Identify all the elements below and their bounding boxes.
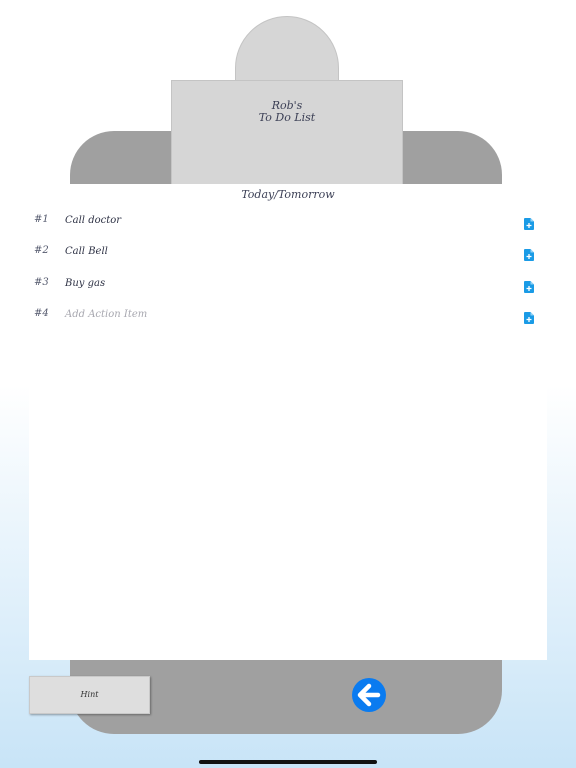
todo-paper: Today/Tomorrow #1 Call doctor #2 Call Be… [29, 184, 547, 660]
clipboard-clip [171, 80, 403, 190]
new-item-row[interactable]: #4 Add Action Item [29, 308, 547, 330]
add-document-icon[interactable] [524, 278, 534, 293]
add-document-icon[interactable] [524, 309, 534, 324]
section-heading: Today/Tomorrow [241, 188, 335, 201]
add-action-item-input[interactable]: Add Action Item [65, 309, 147, 320]
item-text[interactable]: Call doctor [65, 215, 121, 226]
item-number: #3 [34, 277, 49, 288]
add-document-icon[interactable] [524, 215, 534, 230]
back-button[interactable] [352, 678, 386, 712]
add-document-icon[interactable] [524, 246, 534, 261]
item-number: #2 [34, 245, 49, 256]
arrow-left-icon [357, 683, 381, 707]
item-text[interactable]: Buy gas [65, 278, 105, 289]
list-title-name: To Do List [258, 111, 316, 124]
list-title: Rob's To Do List [171, 100, 403, 124]
hint-button[interactable]: Hint [29, 676, 150, 714]
list-item[interactable]: #1 Call doctor [29, 214, 547, 236]
home-indicator[interactable] [199, 760, 377, 764]
list-item[interactable]: #2 Call Bell [29, 245, 547, 267]
list-item[interactable]: #3 Buy gas [29, 277, 547, 299]
item-number: #4 [34, 308, 49, 319]
item-text[interactable]: Call Bell [65, 246, 108, 257]
item-number: #1 [34, 214, 49, 225]
